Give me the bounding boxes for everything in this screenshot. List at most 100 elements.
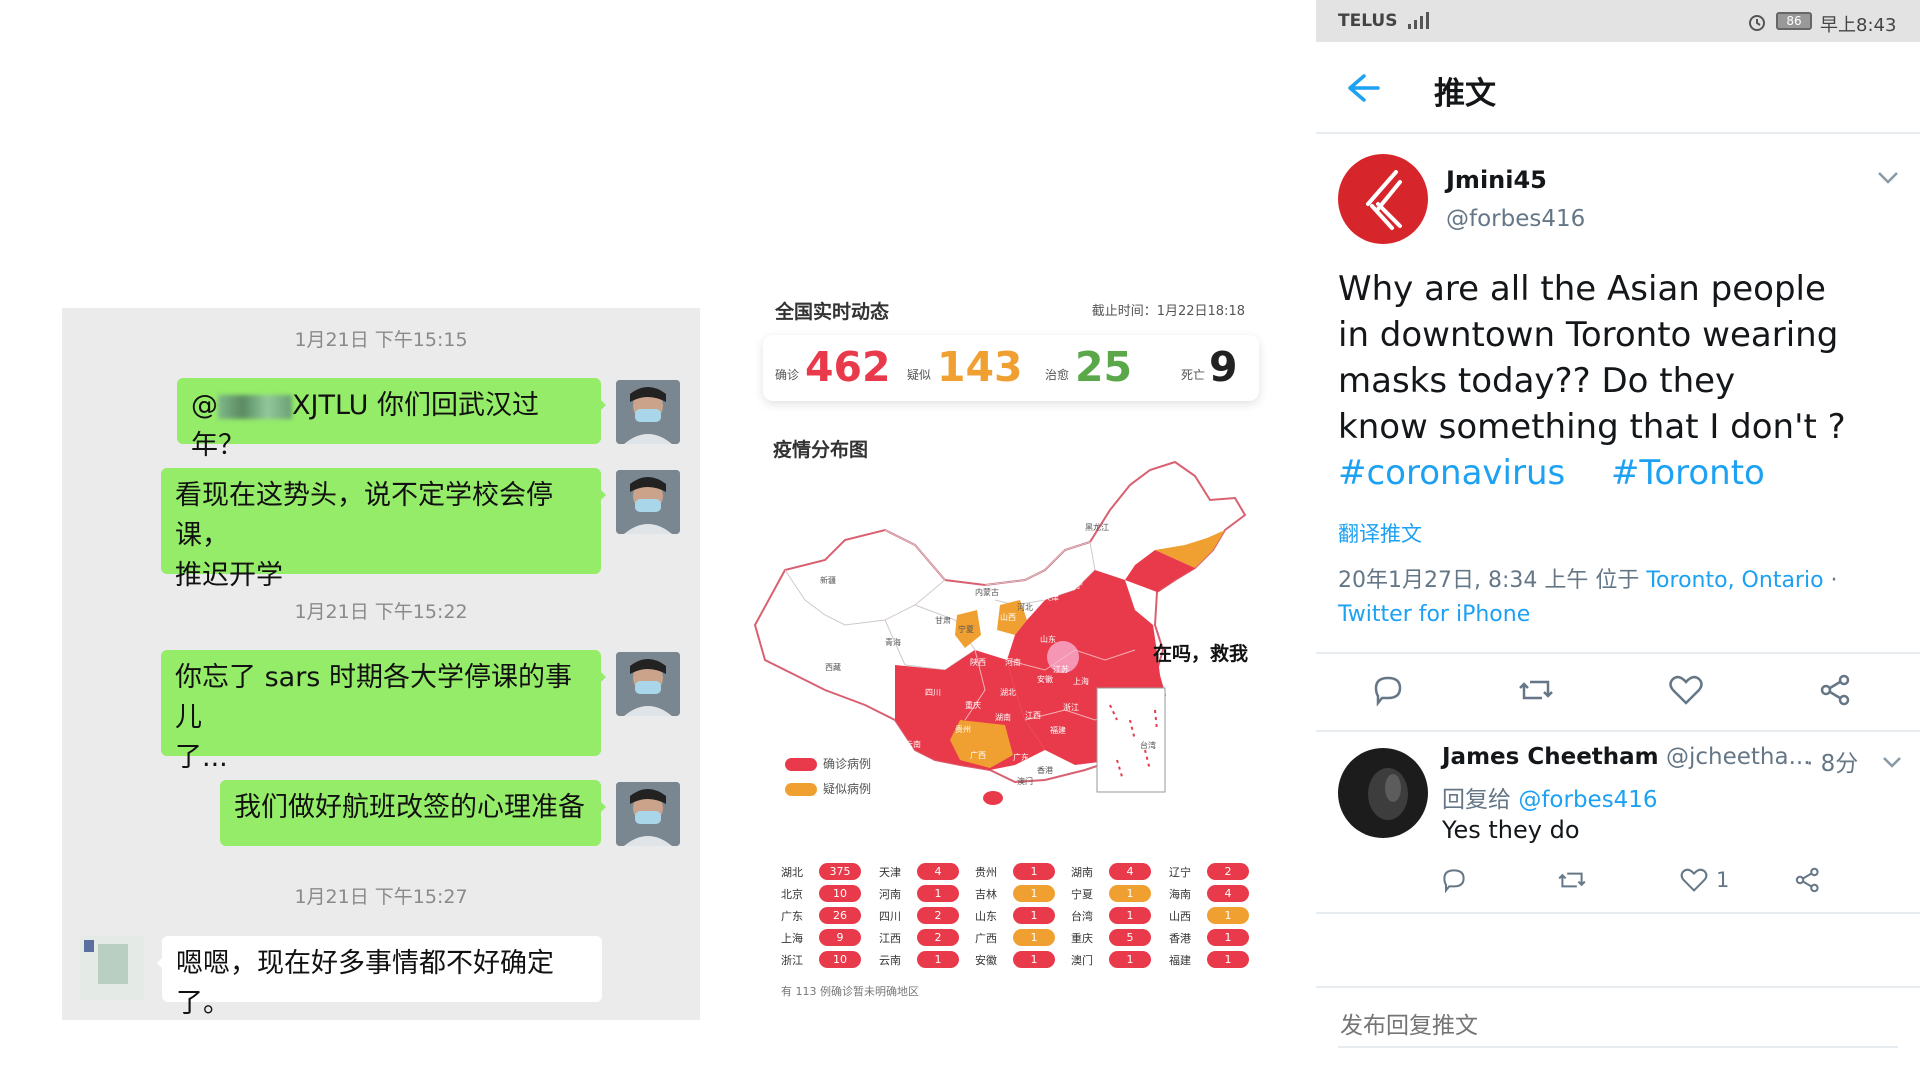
legend-label: 确诊病例 bbox=[823, 757, 872, 771]
province-count-badge: 1 bbox=[1109, 885, 1151, 902]
province-label: 河南 bbox=[1005, 657, 1021, 667]
province-count-badge: 1 bbox=[1109, 907, 1151, 924]
stat-label: 确诊 bbox=[775, 368, 800, 382]
province-row-cell: 北京 10 bbox=[781, 885, 881, 903]
province-row-cell: 台湾 1 bbox=[1071, 907, 1171, 925]
chat-message-outgoing[interactable]: 你忘了 sars 时期各大学停课的事儿 了... bbox=[161, 650, 606, 773]
chevron-down-icon[interactable] bbox=[1876, 170, 1900, 186]
mention-prefix: @ bbox=[191, 390, 218, 421]
province-label: 湖北 bbox=[1000, 688, 1016, 697]
province-row-cell: 河南 1 bbox=[879, 885, 979, 903]
back-arrow-icon[interactable] bbox=[1346, 72, 1382, 104]
province-label: 广东 bbox=[1013, 752, 1029, 762]
chat-message-outgoing[interactable]: @ XJTLU 你们回武汉过年？ bbox=[177, 378, 606, 461]
province-label: 广西 bbox=[970, 750, 986, 760]
province-label: 贵州 bbox=[955, 724, 971, 734]
carrier: TELUS bbox=[1338, 11, 1398, 31]
province-name: 山西 bbox=[1169, 910, 1191, 923]
reply-icon[interactable] bbox=[1438, 864, 1470, 896]
province-name: 辽宁 bbox=[1169, 866, 1191, 879]
avatar-masked-person-icon bbox=[616, 652, 680, 716]
chat-message-incoming[interactable]: 嗯嗯，现在好多事情都不好确定了。 bbox=[157, 936, 602, 1019]
province-label: 宁夏 bbox=[958, 624, 974, 634]
province-row-cell: 湖南 4 bbox=[1071, 863, 1171, 881]
stats-bar: 确诊 462 疑似 143 治愈 25 死亡 9 bbox=[763, 335, 1259, 401]
replier-name[interactable]: James Cheetham bbox=[1442, 744, 1659, 770]
share-icon[interactable] bbox=[1816, 670, 1856, 710]
province-label: 山东 bbox=[1040, 634, 1056, 644]
province-count-badge: 1 bbox=[1207, 907, 1249, 924]
author-handle[interactable]: @forbes416 bbox=[1446, 206, 1585, 232]
region-confirmed[interactable] bbox=[983, 791, 1003, 805]
hashtag-link[interactable]: #coronavirus bbox=[1338, 453, 1565, 493]
stat-value: 9 bbox=[1209, 343, 1238, 391]
blurred-avatar-icon bbox=[80, 936, 144, 1000]
legend-suspected: 疑似病例 bbox=[785, 780, 871, 797]
tweet-meta: 20年1月27日, 8:34 上午 位于 Toronto, Ontario · … bbox=[1338, 564, 1898, 632]
province-count-badge: 26 bbox=[819, 907, 861, 924]
province-label: 湖南 bbox=[995, 712, 1011, 722]
avatar-masked-person-icon bbox=[616, 380, 680, 444]
avatar[interactable] bbox=[616, 380, 680, 444]
translate-link[interactable]: 翻译推文 bbox=[1338, 518, 1422, 548]
reply-text: Yes they do bbox=[1442, 816, 1580, 844]
location-link[interactable]: Toronto, Ontario bbox=[1646, 568, 1823, 593]
retweet-icon[interactable] bbox=[1556, 864, 1588, 896]
client-link[interactable]: Twitter for iPhone bbox=[1338, 602, 1530, 627]
compose-reply-input[interactable] bbox=[1338, 1006, 1898, 1048]
reply-icon[interactable] bbox=[1368, 670, 1408, 710]
province-row-cell: 广东 26 bbox=[781, 907, 881, 925]
message-text: 看现在这势头，说不定学校会停课， bbox=[175, 480, 553, 551]
province-count-badge: 1 bbox=[917, 951, 959, 968]
twitter-screenshot: TELUS 86 早上8:43 推文 Jmini45 @forbes416 Wh… bbox=[1316, 0, 1920, 1080]
province-label: 辽宁 bbox=[1067, 580, 1083, 590]
message-text: 你忘了 sars 时期各大学停课的事儿 bbox=[175, 662, 572, 733]
message-text: 了... bbox=[175, 742, 228, 773]
replying-to-link[interactable]: @forbes416 bbox=[1518, 787, 1657, 813]
legend-swatch bbox=[785, 783, 817, 796]
share-icon[interactable] bbox=[1792, 864, 1824, 896]
province-row-cell: 澳门 1 bbox=[1071, 951, 1171, 969]
legend-confirmed: 确诊病例 bbox=[785, 755, 871, 772]
like-icon[interactable] bbox=[1666, 670, 1706, 710]
hashtag-link[interactable]: #Toronto bbox=[1611, 453, 1765, 493]
replier-handle[interactable]: @jcheetha... bbox=[1666, 744, 1811, 770]
province-name: 台湾 bbox=[1071, 910, 1093, 923]
province-count-badge: 4 bbox=[1109, 863, 1151, 880]
province-label: 黑龙江 bbox=[1085, 522, 1109, 532]
retweet-icon[interactable] bbox=[1516, 670, 1556, 710]
chat-message-outgoing[interactable]: 我们做好航班改签的心理准备 bbox=[220, 780, 606, 846]
like-icon[interactable] bbox=[1678, 864, 1710, 896]
province-name: 贵州 bbox=[975, 866, 997, 879]
stat-value: 462 bbox=[805, 343, 891, 391]
avatar[interactable] bbox=[616, 782, 680, 846]
province-count-badge: 2 bbox=[917, 907, 959, 924]
replier-avatar[interactable] bbox=[1338, 748, 1428, 838]
province-count-badge: 10 bbox=[819, 951, 861, 968]
province-label: 重庆 bbox=[965, 700, 981, 710]
clock: 早上8:43 bbox=[1820, 15, 1897, 36]
province-count-badge: 1 bbox=[1207, 951, 1249, 968]
stat-cured: 治愈 25 bbox=[1045, 343, 1135, 391]
province-row-cell: 江西 2 bbox=[879, 929, 979, 947]
epidemic-dashboard: 全国实时动态 截止时间：1月22日18:18 确诊 462 疑似 143 治愈 … bbox=[745, 285, 1275, 1015]
avatar[interactable] bbox=[616, 470, 680, 534]
chevron-down-icon[interactable] bbox=[1882, 756, 1902, 770]
stat-value: 25 bbox=[1075, 343, 1133, 391]
stat-deaths: 死亡 9 bbox=[1181, 343, 1251, 391]
tweet-line: masks today?? Do they bbox=[1338, 361, 1736, 401]
province-name: 福建 bbox=[1169, 954, 1191, 967]
like-count: 1 bbox=[1716, 868, 1730, 892]
province-row-cell: 安徽 1 bbox=[975, 951, 1075, 969]
avatar[interactable] bbox=[616, 652, 680, 716]
message-text: 推迟开学 bbox=[175, 560, 283, 591]
author-name[interactable]: Jmini45 bbox=[1446, 166, 1547, 194]
province-count-badge: 1 bbox=[1013, 907, 1055, 924]
province-name: 云南 bbox=[879, 954, 901, 967]
stat-suspected: 疑似 143 bbox=[907, 343, 1023, 391]
province-label: 浙江 bbox=[1063, 702, 1079, 712]
province-label: 澳门 bbox=[1017, 776, 1033, 786]
chat-message-outgoing[interactable]: 看现在这势头，说不定学校会停课， 推迟开学 bbox=[161, 468, 606, 591]
author-avatar[interactable] bbox=[1338, 154, 1428, 244]
avatar-blurred[interactable] bbox=[80, 936, 144, 1000]
